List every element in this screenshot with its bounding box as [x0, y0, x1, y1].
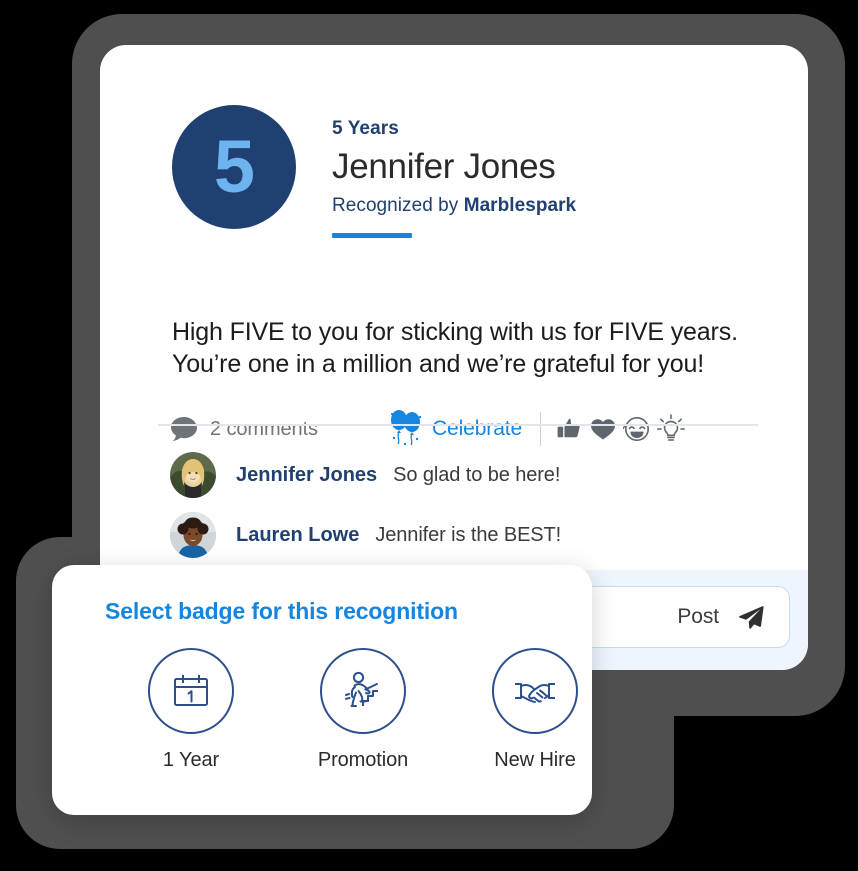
post-header-text: 5 Years Jennifer Jones Recognized by Mar…	[332, 105, 576, 239]
comment-author: Lauren Lowe	[236, 523, 360, 546]
comment-item: Jennifer Jones So glad to be here!	[170, 452, 750, 498]
person-climbing-stairs-icon	[345, 671, 378, 707]
badge-option-new-hire[interactable]: New Hire	[449, 648, 621, 772]
avatar	[170, 452, 216, 498]
thumbs-up-icon[interactable]	[555, 415, 583, 443]
avatar-image	[170, 452, 216, 498]
comments-count-button[interactable]: 2 comments	[170, 416, 318, 442]
badge-picker-panel: Select badge for this recognition 1 Year	[52, 565, 592, 815]
speech-bubble-icon	[171, 417, 197, 442]
badge-option-list: 1 Year Promotion New Hire	[105, 648, 621, 772]
screenshot-stage: 5 5 Years Jennifer Jones Recognized by M…	[0, 0, 858, 871]
recognition-message: High FIVE to you for sticking with us fo…	[172, 318, 738, 378]
calendar-one-icon	[174, 675, 208, 706]
recipient-name: Jennifer Jones	[332, 147, 556, 186]
celebrate-label: Celebrate	[431, 417, 523, 440]
handshake-icon	[515, 683, 555, 703]
reaction-icon-group	[555, 414, 686, 444]
comment-list: Jennifer Jones So glad to be here! Laure…	[170, 452, 750, 572]
laughing-face-icon[interactable]	[623, 415, 651, 443]
comments-count-label: 2 comments	[210, 417, 318, 440]
post-button-label[interactable]: Post	[677, 605, 719, 629]
comment-text: Jennifer is the BEST!	[375, 523, 562, 546]
badge-option-label: Promotion	[317, 749, 409, 771]
recognized-by-prefix: Recognized by	[332, 195, 459, 217]
recognized-by-line: Recognized by Marblespark	[332, 195, 576, 217]
avatar	[170, 512, 216, 558]
celebrate-reaction-button[interactable]: Celebrate	[386, 408, 522, 450]
badge-option-label: 1 Year	[162, 749, 220, 771]
milestone-label: 5 Years	[332, 118, 399, 139]
accent-underline	[332, 233, 412, 239]
reaction-divider	[540, 412, 542, 446]
comment-text: So glad to be here!	[393, 463, 561, 486]
badge-picker-title: Select badge for this recognition	[105, 598, 458, 624]
avatar-image	[170, 512, 216, 558]
comment-author: Jennifer Jones	[236, 463, 378, 486]
badge-option-promotion[interactable]: Promotion	[277, 648, 449, 772]
years-badge-circle: 5	[172, 105, 296, 229]
badge-option-1-year[interactable]: 1 Year	[105, 648, 277, 772]
badge-icon-circle	[320, 648, 406, 734]
badge-icon-circle	[492, 648, 578, 734]
lightbulb-icon[interactable]	[657, 414, 686, 444]
badge-option-label: New Hire	[494, 749, 576, 771]
post-header: 5 5 Years Jennifer Jones Recognized by M…	[172, 105, 576, 239]
paper-plane-icon[interactable]	[737, 603, 765, 631]
balloons-icon	[390, 410, 422, 446]
comment-item: Lauren Lowe Jennifer is the BEST!	[170, 512, 750, 558]
post-action-bar: 2 comments Celebrate	[170, 408, 686, 450]
years-badge-number: 5	[213, 125, 255, 208]
heart-icon[interactable]	[589, 415, 617, 443]
recognized-by-company: Marblespark	[463, 195, 577, 217]
comments-separator	[158, 424, 758, 426]
badge-icon-circle	[148, 648, 234, 734]
